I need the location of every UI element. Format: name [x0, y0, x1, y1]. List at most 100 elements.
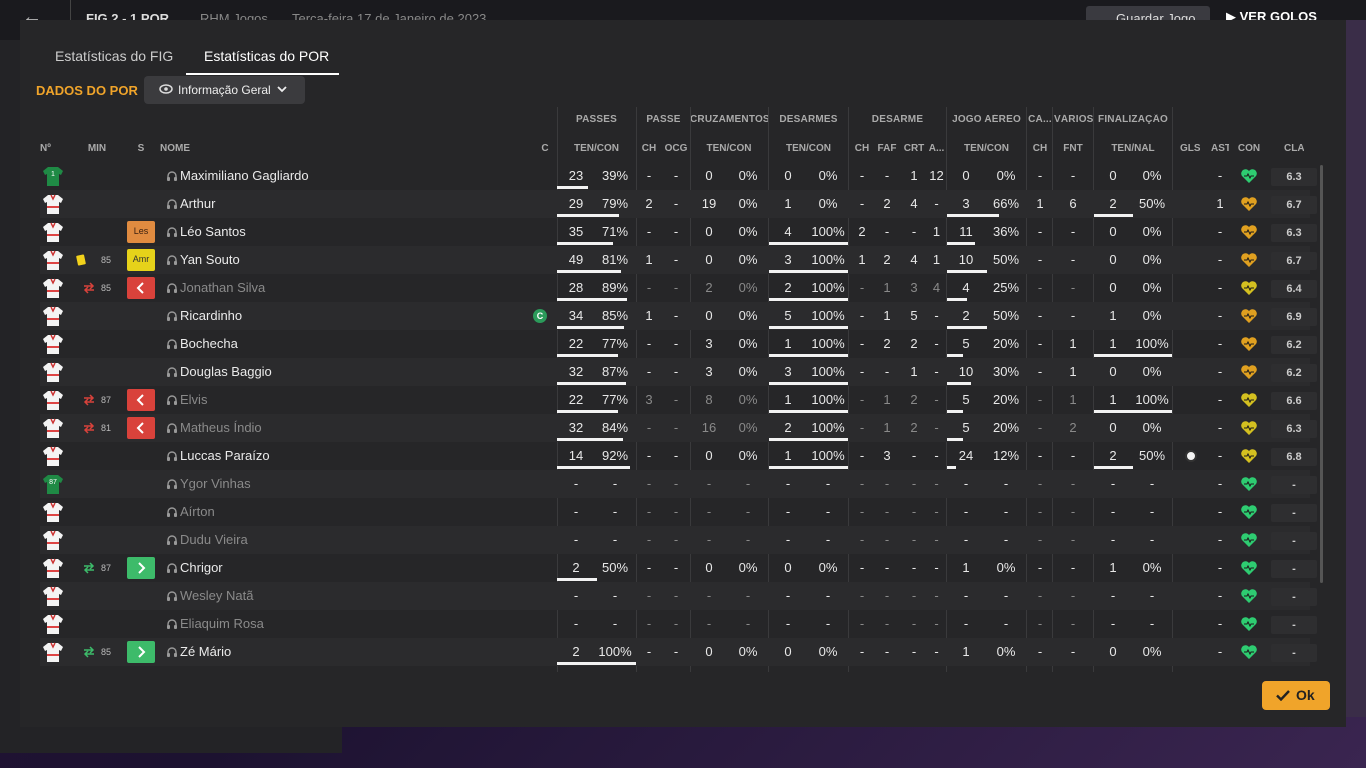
- column-header[interactable]: TEN/NAL: [1094, 143, 1172, 154]
- crosses-attempted: 3: [705, 364, 713, 379]
- column-header[interactable]: CRT: [903, 143, 925, 154]
- player-name[interactable]: Elvis: [180, 392, 207, 407]
- column-header[interactable]: CH: [852, 143, 872, 154]
- table-row[interactable]: Dudu Vieira - - - - - - - - - - - - - - - - - - - -: [40, 526, 1317, 554]
- passes-bar: [557, 242, 613, 245]
- key-tackles: -: [859, 644, 865, 659]
- fouls: -: [884, 560, 890, 575]
- headers-completion: 0%: [996, 168, 1016, 183]
- condition-heart-icon: [1241, 589, 1257, 603]
- headset-icon: [167, 563, 177, 573]
- player-name[interactable]: Douglas Baggio: [180, 364, 272, 379]
- tackles-attempted: -: [785, 504, 791, 519]
- table-row[interactable]: 85 Jonathan Silva 28 89% - -2 0% 2 100% -1 3 4 4 25% -…: [40, 274, 1317, 302]
- headers-attempted: -: [963, 616, 969, 631]
- shirt-icon: [43, 362, 63, 382]
- ok-button[interactable]: Ok: [1262, 681, 1330, 710]
- tackles-completion: -: [825, 532, 831, 547]
- table-row[interactable]: 87 Chrigor 2 50% - - 0 0% 0 0% - - - - 1 0% - - 1 0% - -: [40, 554, 1317, 582]
- player-rating: 6.4: [1271, 280, 1317, 298]
- key-passes: -: [646, 336, 652, 351]
- headers-attempted: 10: [958, 364, 974, 379]
- column-header[interactable]: CH: [638, 143, 660, 154]
- shots-attempted: 0: [1109, 252, 1117, 267]
- table-row[interactable]: Luccas Paraízo 14 92% - -0 0% 1 100% -3- -24 12% - -…: [40, 442, 1317, 470]
- table-row[interactable]: 1 Maximiliano Gagliardo 23 39% - - 0 0% 0 0% - - 1 12…: [40, 162, 1317, 190]
- player-name[interactable]: Eliaquim Rosa: [180, 616, 264, 631]
- table-row[interactable]: 87 Elvis 22 77% 3-8 0% 1 100% -1 2-5 20% -1 1 100% -6.…: [40, 386, 1317, 414]
- shots-on-target: -: [1149, 532, 1155, 547]
- table-row[interactable]: Ricardinho C 34 85% 1-0 0% 5 100% -1 5-2 50% - -1 0% -…: [40, 302, 1317, 330]
- player-name[interactable]: Wesley Natã: [180, 588, 253, 603]
- crosses-completion: 0%: [738, 448, 758, 463]
- column-header[interactable]: TEN/CON: [947, 143, 1026, 154]
- player-name[interactable]: Ricardinho: [180, 308, 242, 323]
- player-name[interactable]: Bochecha: [180, 336, 238, 351]
- column-header[interactable]: Nº: [40, 143, 52, 154]
- headers-completion: 50%: [992, 252, 1020, 267]
- table-row[interactable]: 85 Zé Mário 2 100% - -0 0% 0 0% - - - -1 0% - -0 0% - -: [40, 638, 1317, 666]
- column-header[interactable]: CH: [1029, 143, 1051, 154]
- interceptions: 2: [910, 392, 918, 407]
- crosses-attempted: 0: [705, 308, 713, 323]
- tackles-completion: 0%: [818, 644, 838, 659]
- interceptions: -: [911, 588, 917, 603]
- tab-fig-stats[interactable]: Estatísticas do FIG: [55, 48, 173, 76]
- scrollbar[interactable]: [1320, 165, 1323, 583]
- tackles-attempted: 0: [784, 644, 792, 659]
- player-name[interactable]: Chrigor: [180, 560, 223, 575]
- table-row[interactable]: 81 Matheus Índio 32 84% - -16 0% 2 100% -1 2-5 20% -…: [40, 414, 1317, 442]
- table-row[interactable]: Aírton - - - - - - - - - - - - - - - - - - - -: [40, 498, 1317, 526]
- player-name[interactable]: Yan Souto: [180, 252, 240, 267]
- column-header[interactable]: NOME: [160, 143, 200, 154]
- column-header[interactable]: CLA: [1284, 143, 1304, 154]
- table-row[interactable]: 87 Ygor Vinhas - - - - - - - - - - - - - - - - - - - -: [40, 470, 1317, 498]
- table-row[interactable]: Les Léo Santos 35 71% - -0 0% 4 100% 2- -1 11 36% - -0…: [40, 218, 1317, 246]
- crosses-completion: -: [745, 616, 751, 631]
- player-name[interactable]: Dudu Vieira: [180, 532, 248, 547]
- player-name[interactable]: Léo Santos: [180, 224, 246, 239]
- table-row[interactable]: Bochecha 22 77% - -3 0% 1 100% -2 2-5 20% -1 1 100% -6…: [40, 330, 1317, 358]
- shots-on-target: 0%: [1142, 280, 1162, 295]
- table-row[interactable]: Wesley Natã - - - - - - - - - - - - - - - - - - - -: [40, 582, 1317, 610]
- passes-bar: [557, 382, 626, 385]
- player-name[interactable]: Aírton: [180, 504, 215, 519]
- column-header[interactable]: S: [136, 143, 146, 154]
- chances-created: -: [673, 420, 679, 435]
- shots-on-target: 50%: [1138, 448, 1166, 463]
- column-header[interactable]: AST: [1211, 143, 1229, 154]
- view-dropdown[interactable]: Informação Geral: [144, 76, 305, 104]
- column-header[interactable]: FAF: [877, 143, 897, 154]
- column-header[interactable]: TEN/CON: [690, 143, 768, 154]
- table-row[interactable]: 85 Amr Yan Souto 49 81% 1-0 0% 3 100% 1 2 4 1 10 50% - -…: [40, 246, 1317, 274]
- player-name[interactable]: Maximiliano Gagliardo: [180, 168, 309, 183]
- player-name[interactable]: Jonathan Silva: [180, 280, 265, 295]
- column-header[interactable]: FNT: [1059, 143, 1087, 154]
- passes-attempted: -: [573, 532, 579, 547]
- column-header[interactable]: C: [541, 143, 549, 154]
- table-row[interactable]: Douglas Baggio 32 87% - -3 0% 3 100% - -1-10 30% -1…: [40, 358, 1317, 386]
- tab-por-stats[interactable]: Estatísticas do POR: [204, 48, 329, 76]
- check-icon: [1276, 690, 1290, 701]
- column-header[interactable]: TEN/CON: [557, 143, 636, 154]
- column-header[interactable]: CON: [1236, 143, 1262, 154]
- shots-on-target: 0%: [1142, 224, 1162, 239]
- player-name[interactable]: Zé Mário: [180, 644, 231, 659]
- column-header[interactable]: A...: [928, 143, 945, 154]
- column-header[interactable]: OCG: [664, 143, 688, 154]
- table-row[interactable]: Arthur 29 79% 2 - 19 0% 1 0% - 2 4 - 3 66% 1 6 2 50% 1 6.7: [40, 190, 1317, 218]
- minutes-played: 85: [101, 255, 112, 265]
- table-row[interactable]: Eliaquim Rosa - - - - - - - - - - - - - - - - - - - -: [40, 610, 1317, 638]
- player-name[interactable]: Matheus Índio: [180, 420, 262, 435]
- passes-attempted: -: [573, 588, 579, 603]
- column-header[interactable]: MIN: [87, 143, 107, 154]
- player-name[interactable]: Arthur: [180, 196, 215, 211]
- headers-bar: [947, 410, 963, 413]
- key-passes: -: [646, 476, 652, 491]
- column-header[interactable]: TEN/CON: [769, 143, 848, 154]
- passes-completion: 87%: [601, 364, 629, 379]
- column-header[interactable]: GLS: [1180, 143, 1200, 154]
- player-name[interactable]: Luccas Paraízo: [180, 448, 270, 463]
- fouls-won: -: [1070, 560, 1076, 575]
- player-name[interactable]: Ygor Vinhas: [180, 476, 251, 491]
